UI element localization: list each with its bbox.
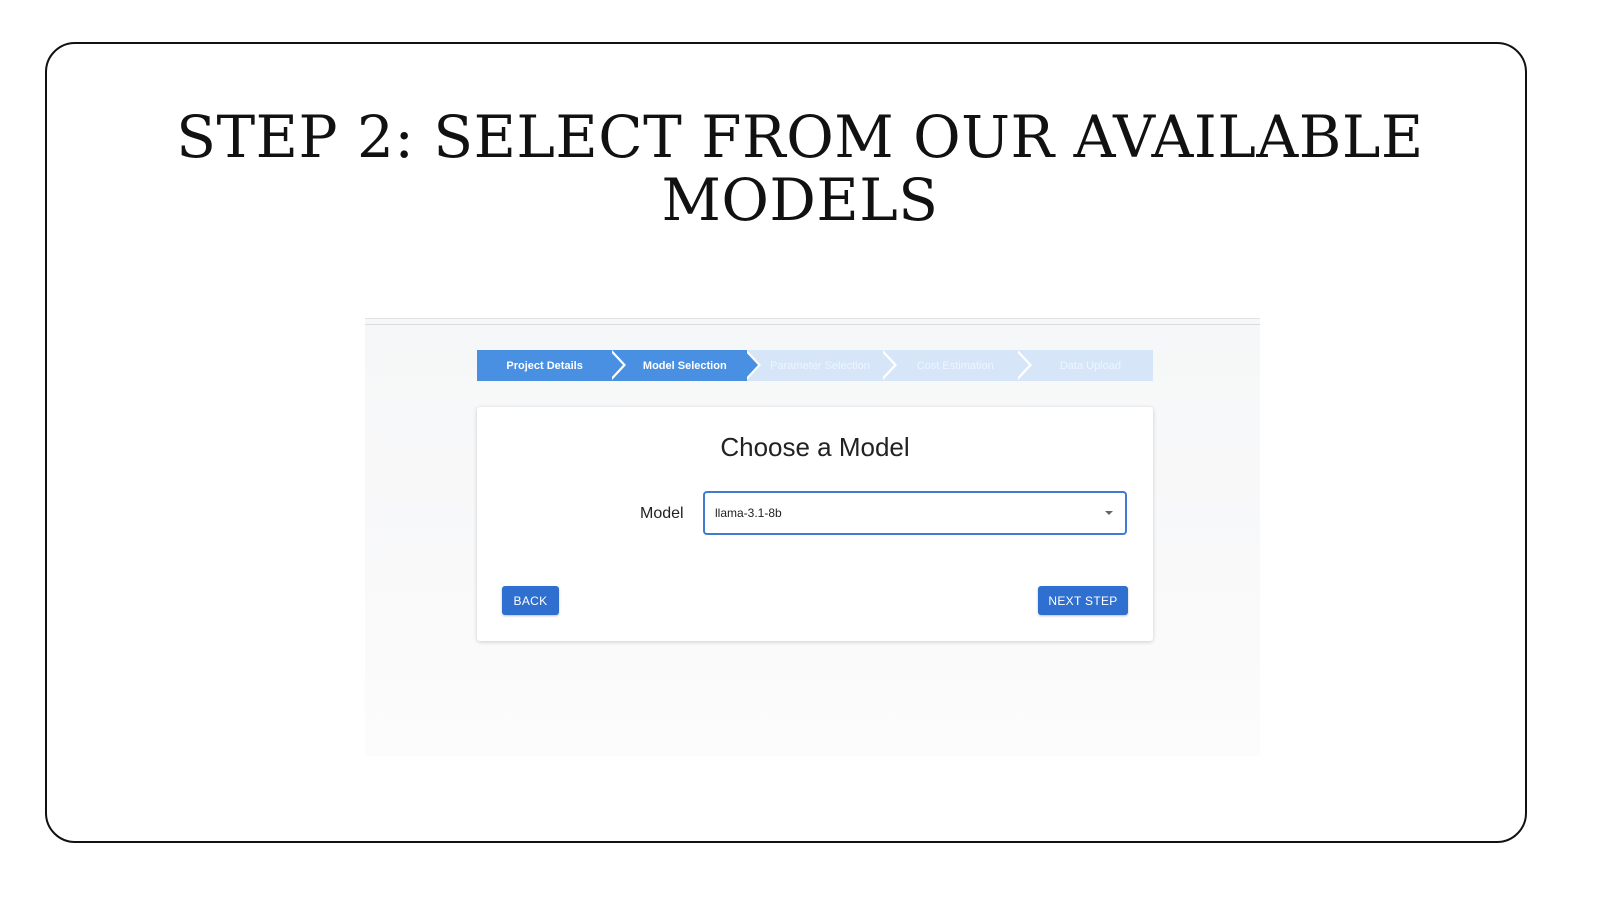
step-data-upload[interactable]: Data Upload (1017, 350, 1154, 381)
step-arrow-fill (744, 350, 759, 380)
slide-title-line-2: MODELS (661, 166, 939, 234)
step-model-selection[interactable]: Model Selection (612, 350, 762, 381)
step-label: Project Details (506, 359, 583, 372)
step-label: Data Upload (1059, 359, 1121, 372)
model-select-value: llama-3.1-8b (715, 506, 782, 520)
chevron-down-icon[interactable] (1105, 511, 1113, 515)
step-label: Model Selection (642, 359, 727, 372)
model-select[interactable]: llama-3.1-8b (703, 491, 1127, 535)
model-selection-card: Choose a Model Model llama-3.1-8b BACK N… (477, 407, 1153, 641)
app-header-divider (365, 324, 1260, 325)
step-label: Cost Estimation (916, 359, 994, 372)
step-arrow-fill (1014, 350, 1029, 380)
app-screenshot: Project Details Model Selection Paramete… (365, 318, 1260, 756)
step-cost-estimation[interactable]: Cost Estimation (882, 350, 1032, 381)
step-project-details[interactable]: Project Details (477, 350, 627, 381)
slide-title: STEP 2: SELECT FROM OUR AVAILABLE MODELS (0, 106, 1600, 232)
card-title: Choose a Model (720, 432, 910, 462)
slide-title-line-1: STEP 2: SELECT FROM OUR AVAILABLE (176, 103, 1424, 171)
model-field-label: Model (640, 505, 684, 522)
step-arrow-fill (879, 350, 894, 380)
back-button[interactable]: BACK (502, 586, 559, 615)
step-arrow-fill (609, 350, 624, 380)
next-step-button[interactable]: NEXT STEP (1038, 586, 1128, 615)
step-label: Parameter Selection (770, 359, 870, 372)
step-parameter-selection[interactable]: Parameter Selection (747, 350, 897, 381)
stepper: Project Details Model Selection Paramete… (477, 350, 1154, 381)
